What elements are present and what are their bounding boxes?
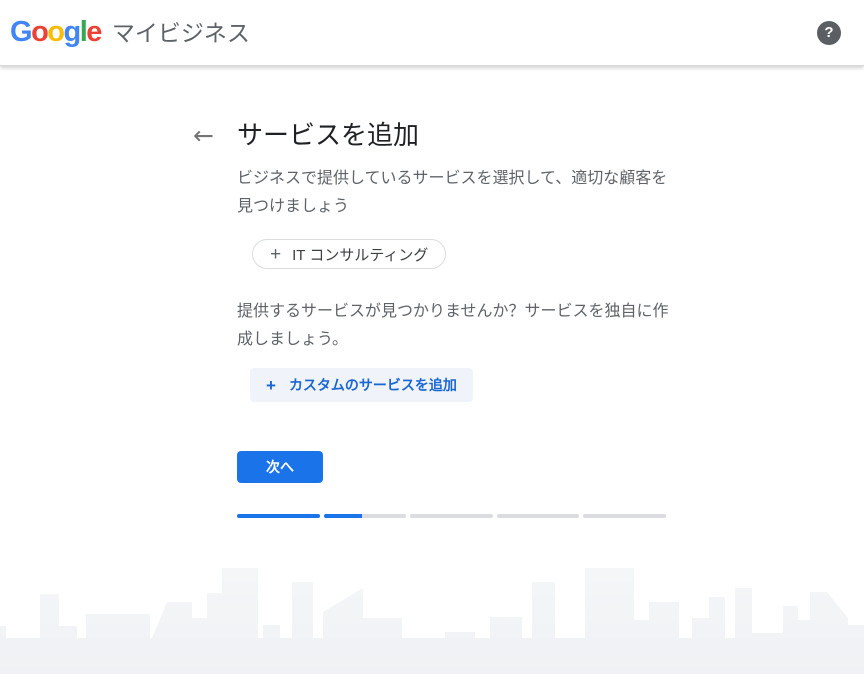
progress-bar	[237, 514, 666, 518]
skyline-illustration	[0, 568, 864, 674]
page-subtitle: ビジネスで提供しているサービスを選択して、適切な顧客を見つけましょう	[237, 170, 668, 215]
add-custom-service-label: カスタムのサービスを追加	[288, 377, 457, 393]
back-arrow-icon[interactable]: ←	[193, 123, 214, 148]
service-not-found-text: 提供するサービスが見つかりませんか？サービスを独自に作成しましょう。	[237, 303, 669, 348]
help-glyph: ?	[824, 23, 834, 41]
progress-segment	[323, 514, 407, 518]
logo-letter: G	[10, 16, 33, 48]
help-icon[interactable]: ?	[817, 20, 841, 45]
add-custom-service-button[interactable]: + カスタムのサービスを追加	[250, 368, 473, 402]
service-chip-label: IT コンサルティング	[292, 246, 429, 264]
logo-letter: o	[31, 16, 49, 48]
main-content: ← サービスを追加 ビジネスで提供しているサービスを選択して、適切な顧客を見つけ…	[0, 66, 864, 518]
plus-icon: +	[266, 375, 276, 395]
product-name: マイビジネス	[111, 20, 250, 46]
logo-letter: e	[86, 16, 102, 48]
logo-letter: o	[47, 16, 65, 48]
progress-segment	[583, 514, 666, 518]
app-header: Google マイビジネス ?	[0, 0, 864, 66]
google-logo-letters: Google	[10, 16, 102, 48]
progress-segment	[410, 514, 493, 518]
google-logo: Google マイビジネス	[10, 18, 250, 47]
service-chip-it-consulting[interactable]: + IT コンサルティング	[252, 239, 447, 269]
logo-letter: g	[63, 16, 82, 48]
next-button[interactable]: 次へ	[237, 451, 323, 483]
progress-segment	[237, 514, 320, 518]
plus-icon: +	[270, 243, 282, 265]
page-title: サービスを追加	[237, 120, 420, 150]
progress-segment	[496, 514, 580, 518]
